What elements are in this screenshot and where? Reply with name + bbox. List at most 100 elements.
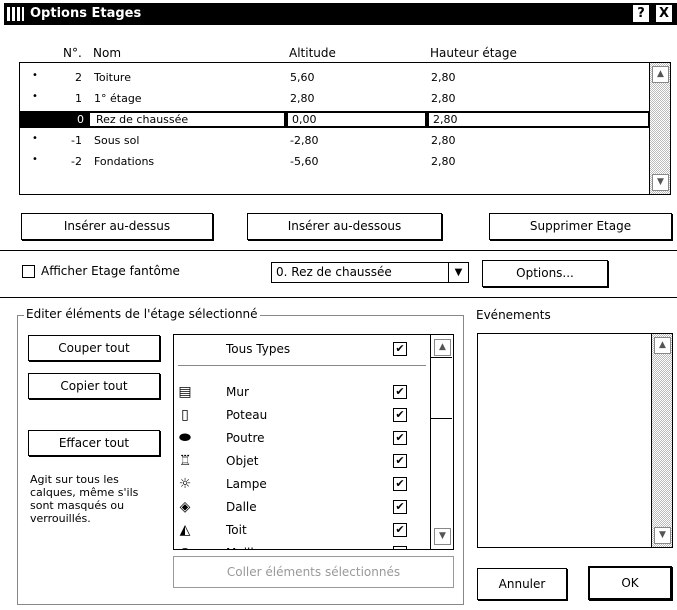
- element-type-label: Lampe: [226, 477, 267, 491]
- story-height: 2,80: [433, 113, 458, 126]
- scroll-down-icon[interactable]: ▼: [652, 174, 669, 191]
- element-type-checkbox[interactable]: ✔: [393, 408, 407, 422]
- divider: [0, 250, 677, 251]
- ghost-story-select[interactable]: 0. Rez de chaussée ▼: [271, 262, 469, 283]
- element-type-row[interactable]: ◈ Dalle ✔: [174, 496, 429, 519]
- column-header-num[interactable]: N°.: [63, 46, 82, 60]
- story-number: 0: [77, 113, 84, 126]
- story-bullet: •: [32, 154, 38, 165]
- ghost-story-value: 0. Rez de chaussée: [276, 265, 392, 279]
- ghost-story-checkbox[interactable]: [22, 265, 35, 278]
- help-button[interactable]: ?: [633, 5, 649, 22]
- story-row[interactable]: • -2 Fondations -5,60 2,80: [20, 153, 650, 170]
- delete-story-button[interactable]: Supprimer Etage: [489, 213, 672, 240]
- scroll-up-icon[interactable]: ▲: [434, 339, 451, 356]
- object-icon: ♖: [178, 453, 192, 469]
- story-row[interactable]: • 1 1° étage 2,80 2,80: [20, 90, 650, 107]
- column-icon: ▯: [181, 407, 189, 423]
- wall-icon: ▤: [178, 384, 192, 400]
- clear-all-button[interactable]: Effacer tout: [28, 430, 160, 456]
- edit-group-label: Editer éléments de l'étage sélectionné: [24, 307, 260, 321]
- story-list[interactable]: • 2 Toiture 5,60 2,80 • 1 1° étage 2,80 2,80 0 Rez …: [19, 62, 671, 195]
- divider: [0, 297, 677, 298]
- mesh-icon: ◍: [177, 545, 193, 549]
- ok-button[interactable]: OK: [588, 566, 672, 600]
- story-height: 2,80: [431, 92, 456, 105]
- story-altitude: 0,00: [292, 113, 317, 126]
- options-button[interactable]: Options...: [482, 260, 608, 287]
- story-row[interactable]: 0 Rez de chaussée 0,00 2,80: [20, 111, 650, 128]
- story-number: -2: [71, 155, 82, 168]
- roof-icon: ◭: [179, 522, 191, 538]
- story-number: 2: [75, 71, 82, 84]
- lamp-icon: ☼: [178, 476, 192, 492]
- element-type-row[interactable]: ▤ Mur ✔: [174, 381, 429, 404]
- events-label: Evénements: [476, 308, 551, 322]
- element-type-checkbox[interactable]: ✔: [393, 500, 407, 514]
- scroll-down-icon[interactable]: ▼: [654, 527, 671, 544]
- events-list[interactable]: ▲ ▼: [477, 333, 673, 548]
- element-type-checkbox[interactable]: ✔: [393, 385, 407, 399]
- story-altitude: 2,80: [290, 92, 315, 105]
- stories-icon: [7, 7, 27, 21]
- element-type-checkbox[interactable]: ✔: [393, 523, 407, 537]
- cut-all-button[interactable]: Couper tout: [28, 335, 160, 361]
- scroll-up-icon[interactable]: ▲: [654, 337, 671, 354]
- element-type-checkbox[interactable]: ✔: [393, 477, 407, 491]
- story-row[interactable]: • -1 Sous sol -2,80 2,80: [20, 132, 650, 149]
- beam-icon: ⬬: [179, 430, 191, 446]
- story-altitude: -5,60: [290, 155, 319, 168]
- element-type-list[interactable]: Tous Types ✔ ▤ Mur ✔ ▯ Poteau ✔ ⬬ Poutre ✔ ♖ Objet…: [173, 334, 454, 550]
- column-header-name[interactable]: Nom: [93, 46, 121, 60]
- all-types-label: Tous Types: [226, 342, 291, 356]
- window-title: Options Etages: [30, 6, 142, 21]
- dropdown-arrow-icon[interactable]: ▼: [448, 263, 468, 282]
- story-number: -1: [71, 134, 82, 147]
- type-list-scroll-thumb[interactable]: [431, 357, 452, 419]
- element-type-checkbox[interactable]: ✔: [393, 431, 407, 445]
- element-type-checkbox[interactable]: ✔: [393, 546, 407, 549]
- all-types-checkbox[interactable]: ✔: [393, 342, 407, 356]
- story-bullet: •: [32, 70, 38, 81]
- story-name: 1° étage: [94, 92, 142, 105]
- element-type-label: Maill...: [226, 546, 265, 549]
- story-altitude: 5,60: [290, 71, 315, 84]
- story-row[interactable]: • 2 Toiture 5,60 2,80: [20, 69, 650, 86]
- story-bullet: •: [32, 133, 38, 144]
- title-bar[interactable]: Options Etages ? X: [4, 3, 677, 25]
- element-type-label: Mur: [226, 385, 249, 399]
- element-type-label: Dalle: [226, 500, 257, 514]
- element-type-row[interactable]: ◍ Maill... ✔: [174, 542, 429, 549]
- story-list-scrollbar[interactable]: ▲ ▼: [649, 63, 670, 194]
- scroll-up-icon[interactable]: ▲: [652, 66, 669, 83]
- all-types-row[interactable]: Tous Types ✔: [174, 338, 429, 361]
- story-altitude: -2,80: [290, 134, 319, 147]
- ghost-story-label: Afficher Etage fantôme: [41, 264, 180, 278]
- element-type-row[interactable]: ⬬ Poutre ✔: [174, 427, 429, 450]
- element-type-checkbox[interactable]: ✔: [393, 454, 407, 468]
- copy-all-button[interactable]: Copier tout: [28, 373, 160, 399]
- cancel-button[interactable]: Annuler: [477, 568, 567, 600]
- element-type-row[interactable]: ♖ Objet ✔: [174, 450, 429, 473]
- close-button[interactable]: X: [656, 5, 672, 22]
- edit-note: Agit sur tous les calques, même s'ils so…: [30, 473, 139, 525]
- slab-icon: ◈: [179, 499, 191, 515]
- scroll-down-icon[interactable]: ▼: [434, 528, 451, 545]
- column-header-altitude[interactable]: Altitude: [289, 46, 336, 60]
- type-list-scrollbar[interactable]: ▲ ▼: [430, 335, 453, 549]
- paste-selected-button[interactable]: Coller éléments sélectionnés: [173, 556, 454, 588]
- story-height: 2,80: [431, 134, 456, 147]
- insert-above-button[interactable]: Insérer au-dessus: [21, 213, 213, 240]
- element-type-row[interactable]: ▯ Poteau ✔: [174, 404, 429, 427]
- story-name: Fondations: [94, 155, 155, 168]
- story-bullet: •: [32, 91, 38, 102]
- element-type-row[interactable]: ☼ Lampe ✔: [174, 473, 429, 496]
- story-height: 2,80: [431, 71, 456, 84]
- type-list-divider: [178, 365, 426, 366]
- story-number: 1: [75, 92, 82, 105]
- story-name: Rez de chaussée: [96, 113, 189, 126]
- element-type-row[interactable]: ◭ Toit ✔: [174, 519, 429, 542]
- column-header-height[interactable]: Hauteur étage: [430, 46, 517, 60]
- insert-below-button[interactable]: Insérer au-dessous: [247, 213, 442, 240]
- events-scrollbar[interactable]: ▲ ▼: [651, 334, 672, 547]
